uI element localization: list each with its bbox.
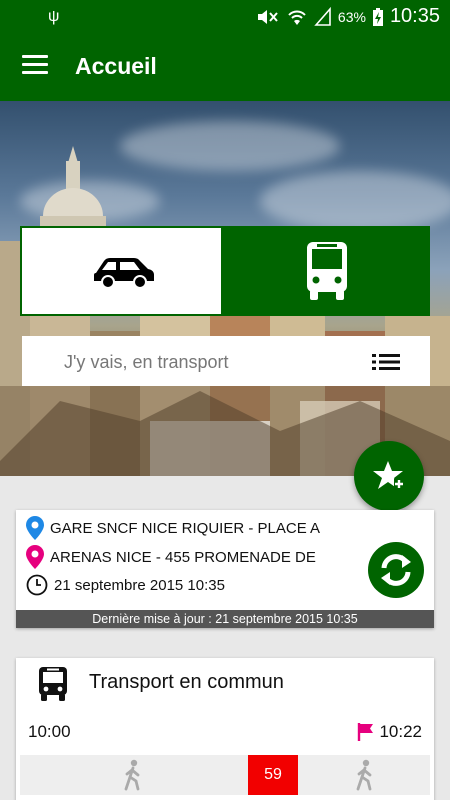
last-update-bar: Dernière mise à jour : 21 septembre 2015…	[16, 610, 434, 628]
arrival-time: 10:22	[379, 722, 422, 741]
status-icons: 63% 10:35	[256, 5, 440, 28]
status-bar: ψ 63% 10:35	[0, 0, 450, 33]
walk-icon	[124, 759, 140, 791]
origin-pin-icon	[26, 516, 44, 540]
origin-address: GARE SNCF NICE RIQUIER - PLACE A	[50, 519, 321, 537]
trip-datetime: 21 septembre 2015 10:35	[26, 574, 225, 596]
destination-search-box[interactable]: J'y vais, en transport	[22, 336, 430, 386]
bus-icon	[39, 667, 67, 701]
bus-mode-button[interactable]	[223, 226, 430, 316]
clock-icon	[26, 574, 48, 596]
flag-icon	[358, 723, 374, 741]
trip-origin: GARE SNCF NICE RIQUIER - PLACE A	[26, 516, 320, 540]
car-mode-button[interactable]	[20, 226, 223, 316]
usb-icon: ψ	[48, 8, 60, 25]
bus-icon	[307, 242, 347, 300]
list-icon[interactable]	[372, 354, 400, 370]
page-title: Accueil	[75, 53, 157, 79]
trip-destination: ARENAS NICE - 455 PROMENADE DE	[26, 545, 316, 569]
battery-charging-icon	[372, 7, 383, 26]
destination-address: ARENAS NICE - 455 PROMENADE DE	[50, 548, 316, 566]
itinerary-strip	[20, 755, 430, 795]
clock: 10:35	[389, 5, 440, 27]
walk-icon	[356, 759, 372, 791]
hamburger-menu-icon[interactable]	[22, 55, 48, 77]
refresh-icon	[381, 554, 411, 586]
trip-date: 21 septembre 2015 10:35	[54, 576, 225, 594]
refresh-button[interactable]	[368, 542, 424, 598]
battery-percent: 63%	[337, 8, 366, 25]
wifi-icon	[288, 10, 306, 25]
transport-card[interactable]: Transport en commun 10:00 10:22 59	[16, 658, 434, 800]
trip-card[interactable]: GARE SNCF NICE RIQUIER - PLACE A ARENAS …	[16, 510, 434, 628]
search-placeholder: J'y vais, en transport	[64, 352, 229, 372]
add-favorite-button[interactable]	[354, 441, 424, 511]
signal-icon	[314, 6, 331, 26]
car-icon	[94, 258, 154, 289]
star-add-icon	[373, 461, 404, 489]
transport-title: Transport en commun	[89, 671, 284, 693]
app-bar: Accueil	[0, 33, 450, 101]
bus-line-badge[interactable]: 59	[248, 755, 298, 795]
destination-pin-icon	[26, 545, 44, 569]
departure-time: 10:00	[28, 722, 71, 741]
arrival: 10:22	[357, 722, 422, 742]
mute-icon	[257, 9, 278, 24]
